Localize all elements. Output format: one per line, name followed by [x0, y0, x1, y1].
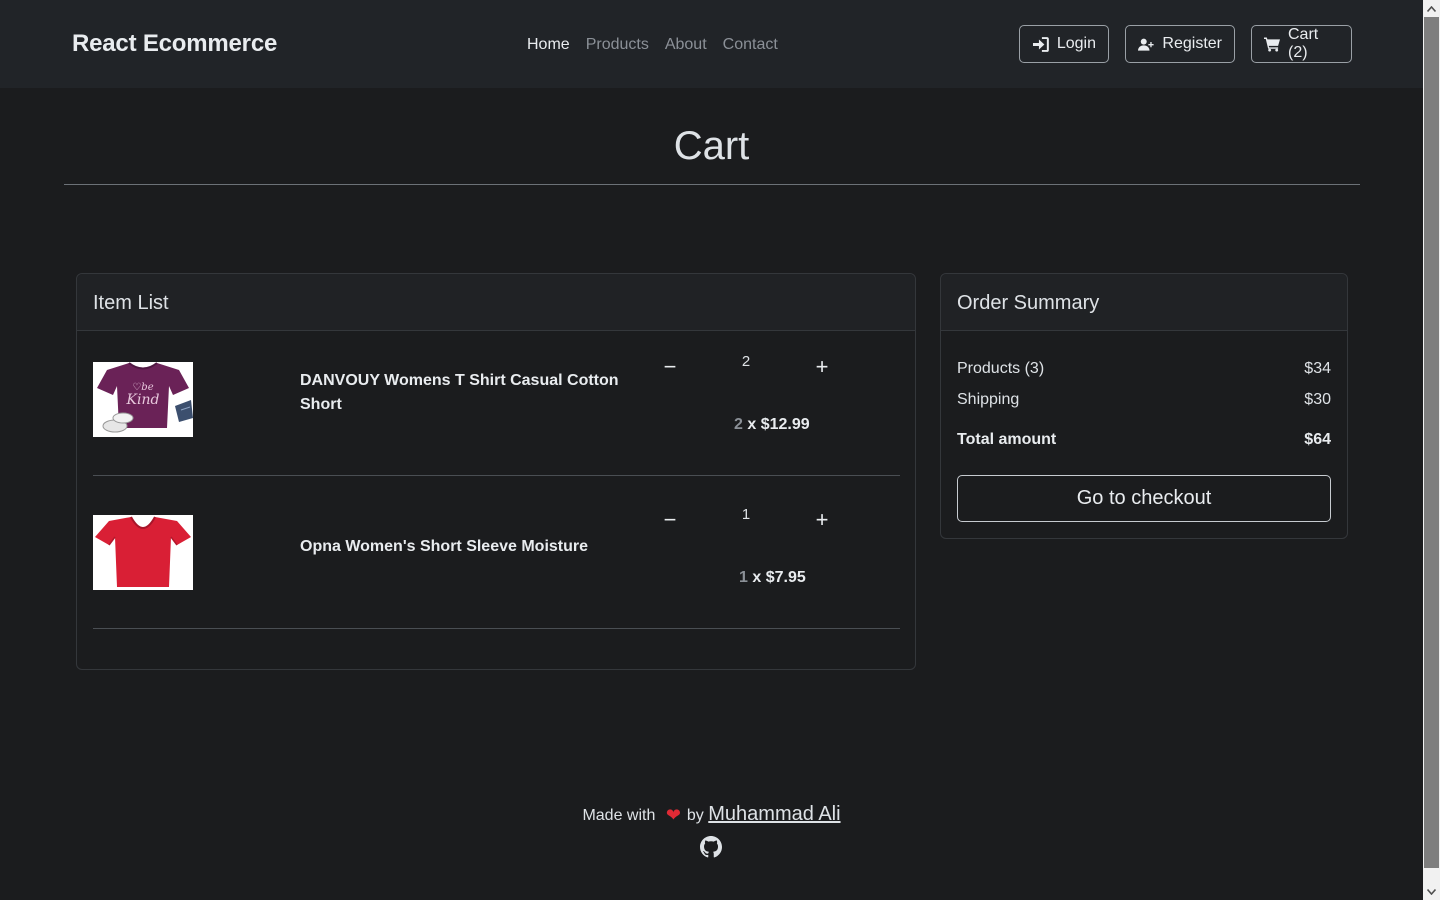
- nav-link-contact[interactable]: Contact: [723, 36, 778, 54]
- page-scrollbar[interactable]: [1423, 0, 1440, 900]
- cart-item: ♡be Kind DANVOUY Womens T Shirt Casual C…: [93, 332, 900, 484]
- line-price: 1 x $7.95: [739, 569, 806, 587]
- footer-made-with: Made with: [582, 807, 656, 824]
- quantity-value: 2: [741, 353, 751, 370]
- product-name[interactable]: Opna Women's Short Sleeve Moisture: [300, 535, 630, 559]
- nav-link-home[interactable]: Home: [527, 36, 570, 54]
- register-label: Register: [1162, 35, 1222, 52]
- cart-button[interactable]: Cart (2): [1251, 25, 1352, 63]
- order-summary-card: Order Summary Products (3) $34 Shipping …: [940, 273, 1348, 539]
- increment-button[interactable]: +: [807, 354, 837, 380]
- cart-label: Cart (2): [1287, 26, 1319, 61]
- increment-button[interactable]: +: [807, 507, 837, 533]
- line-price-quantity: 2: [734, 416, 743, 433]
- nav-link-products[interactable]: Products: [586, 36, 649, 54]
- decrement-button[interactable]: −: [655, 507, 685, 533]
- total-label: Total amount: [957, 431, 1057, 448]
- summary-shipping-row: Shipping $30: [957, 391, 1331, 409]
- line-price-quantity: 1: [739, 569, 748, 586]
- order-summary-title: Order Summary: [941, 274, 1347, 331]
- line-price-amount: x $7.95: [747, 569, 806, 586]
- page-title: Cart: [673, 124, 750, 168]
- item-divider: [93, 475, 900, 476]
- product-image[interactable]: ♡be Kind: [93, 362, 193, 437]
- sign-in-icon: [1032, 36, 1049, 52]
- user-plus-icon: [1138, 38, 1154, 51]
- footer-credit: Made with ❤ by Muhammad Ali: [0, 803, 1423, 826]
- register-button[interactable]: Register: [1125, 25, 1235, 63]
- products-value: $34: [1304, 360, 1331, 377]
- item-list-title: Item List: [77, 274, 915, 331]
- products-label: Products (3): [957, 360, 1045, 377]
- summary-products-row: Products (3) $34: [957, 360, 1331, 378]
- checkout-button[interactable]: Go to checkout: [957, 475, 1331, 522]
- line-price: 2 x $12.99: [734, 416, 810, 434]
- cart-item: Opna Women's Short Sleeve Moisture − 1 +…: [93, 485, 900, 637]
- product-name[interactable]: DANVOUY Womens T Shirt Casual Cotton Sho…: [300, 369, 630, 417]
- title-divider: [64, 184, 1360, 185]
- login-button[interactable]: Login: [1019, 25, 1109, 63]
- product-image[interactable]: [93, 515, 193, 590]
- footer-by: by: [686, 807, 704, 824]
- navbar: React Ecommerce Home Products About Cont…: [0, 0, 1423, 88]
- svg-text:Kind: Kind: [126, 392, 160, 408]
- scroll-up-icon[interactable]: [1423, 0, 1440, 17]
- author-link[interactable]: Muhammad Ali: [708, 803, 840, 825]
- scroll-down-icon[interactable]: [1423, 883, 1440, 900]
- scrollbar-thumb[interactable]: [1424, 17, 1439, 868]
- shopping-cart-icon: [1264, 36, 1280, 52]
- quantity-value: 1: [741, 506, 751, 523]
- heart-icon: ❤: [665, 805, 681, 825]
- login-label: Login: [1056, 35, 1096, 52]
- nav-links: Home Products About Contact: [527, 36, 778, 54]
- total-value: $64: [1304, 431, 1331, 448]
- summary-total-row: Total amount $64: [957, 431, 1331, 449]
- github-icon[interactable]: [700, 836, 722, 858]
- nav-link-about[interactable]: About: [665, 36, 707, 54]
- line-price-amount: x $12.99: [742, 416, 810, 433]
- decrement-button[interactable]: −: [655, 354, 685, 380]
- brand-logo[interactable]: React Ecommerce: [72, 30, 277, 58]
- shipping-value: $30: [1304, 391, 1331, 408]
- shipping-label: Shipping: [957, 391, 1020, 408]
- item-list-card: Item List ♡be Kind DANVOUY Womens T Shir…: [76, 273, 916, 670]
- item-divider: [93, 628, 900, 629]
